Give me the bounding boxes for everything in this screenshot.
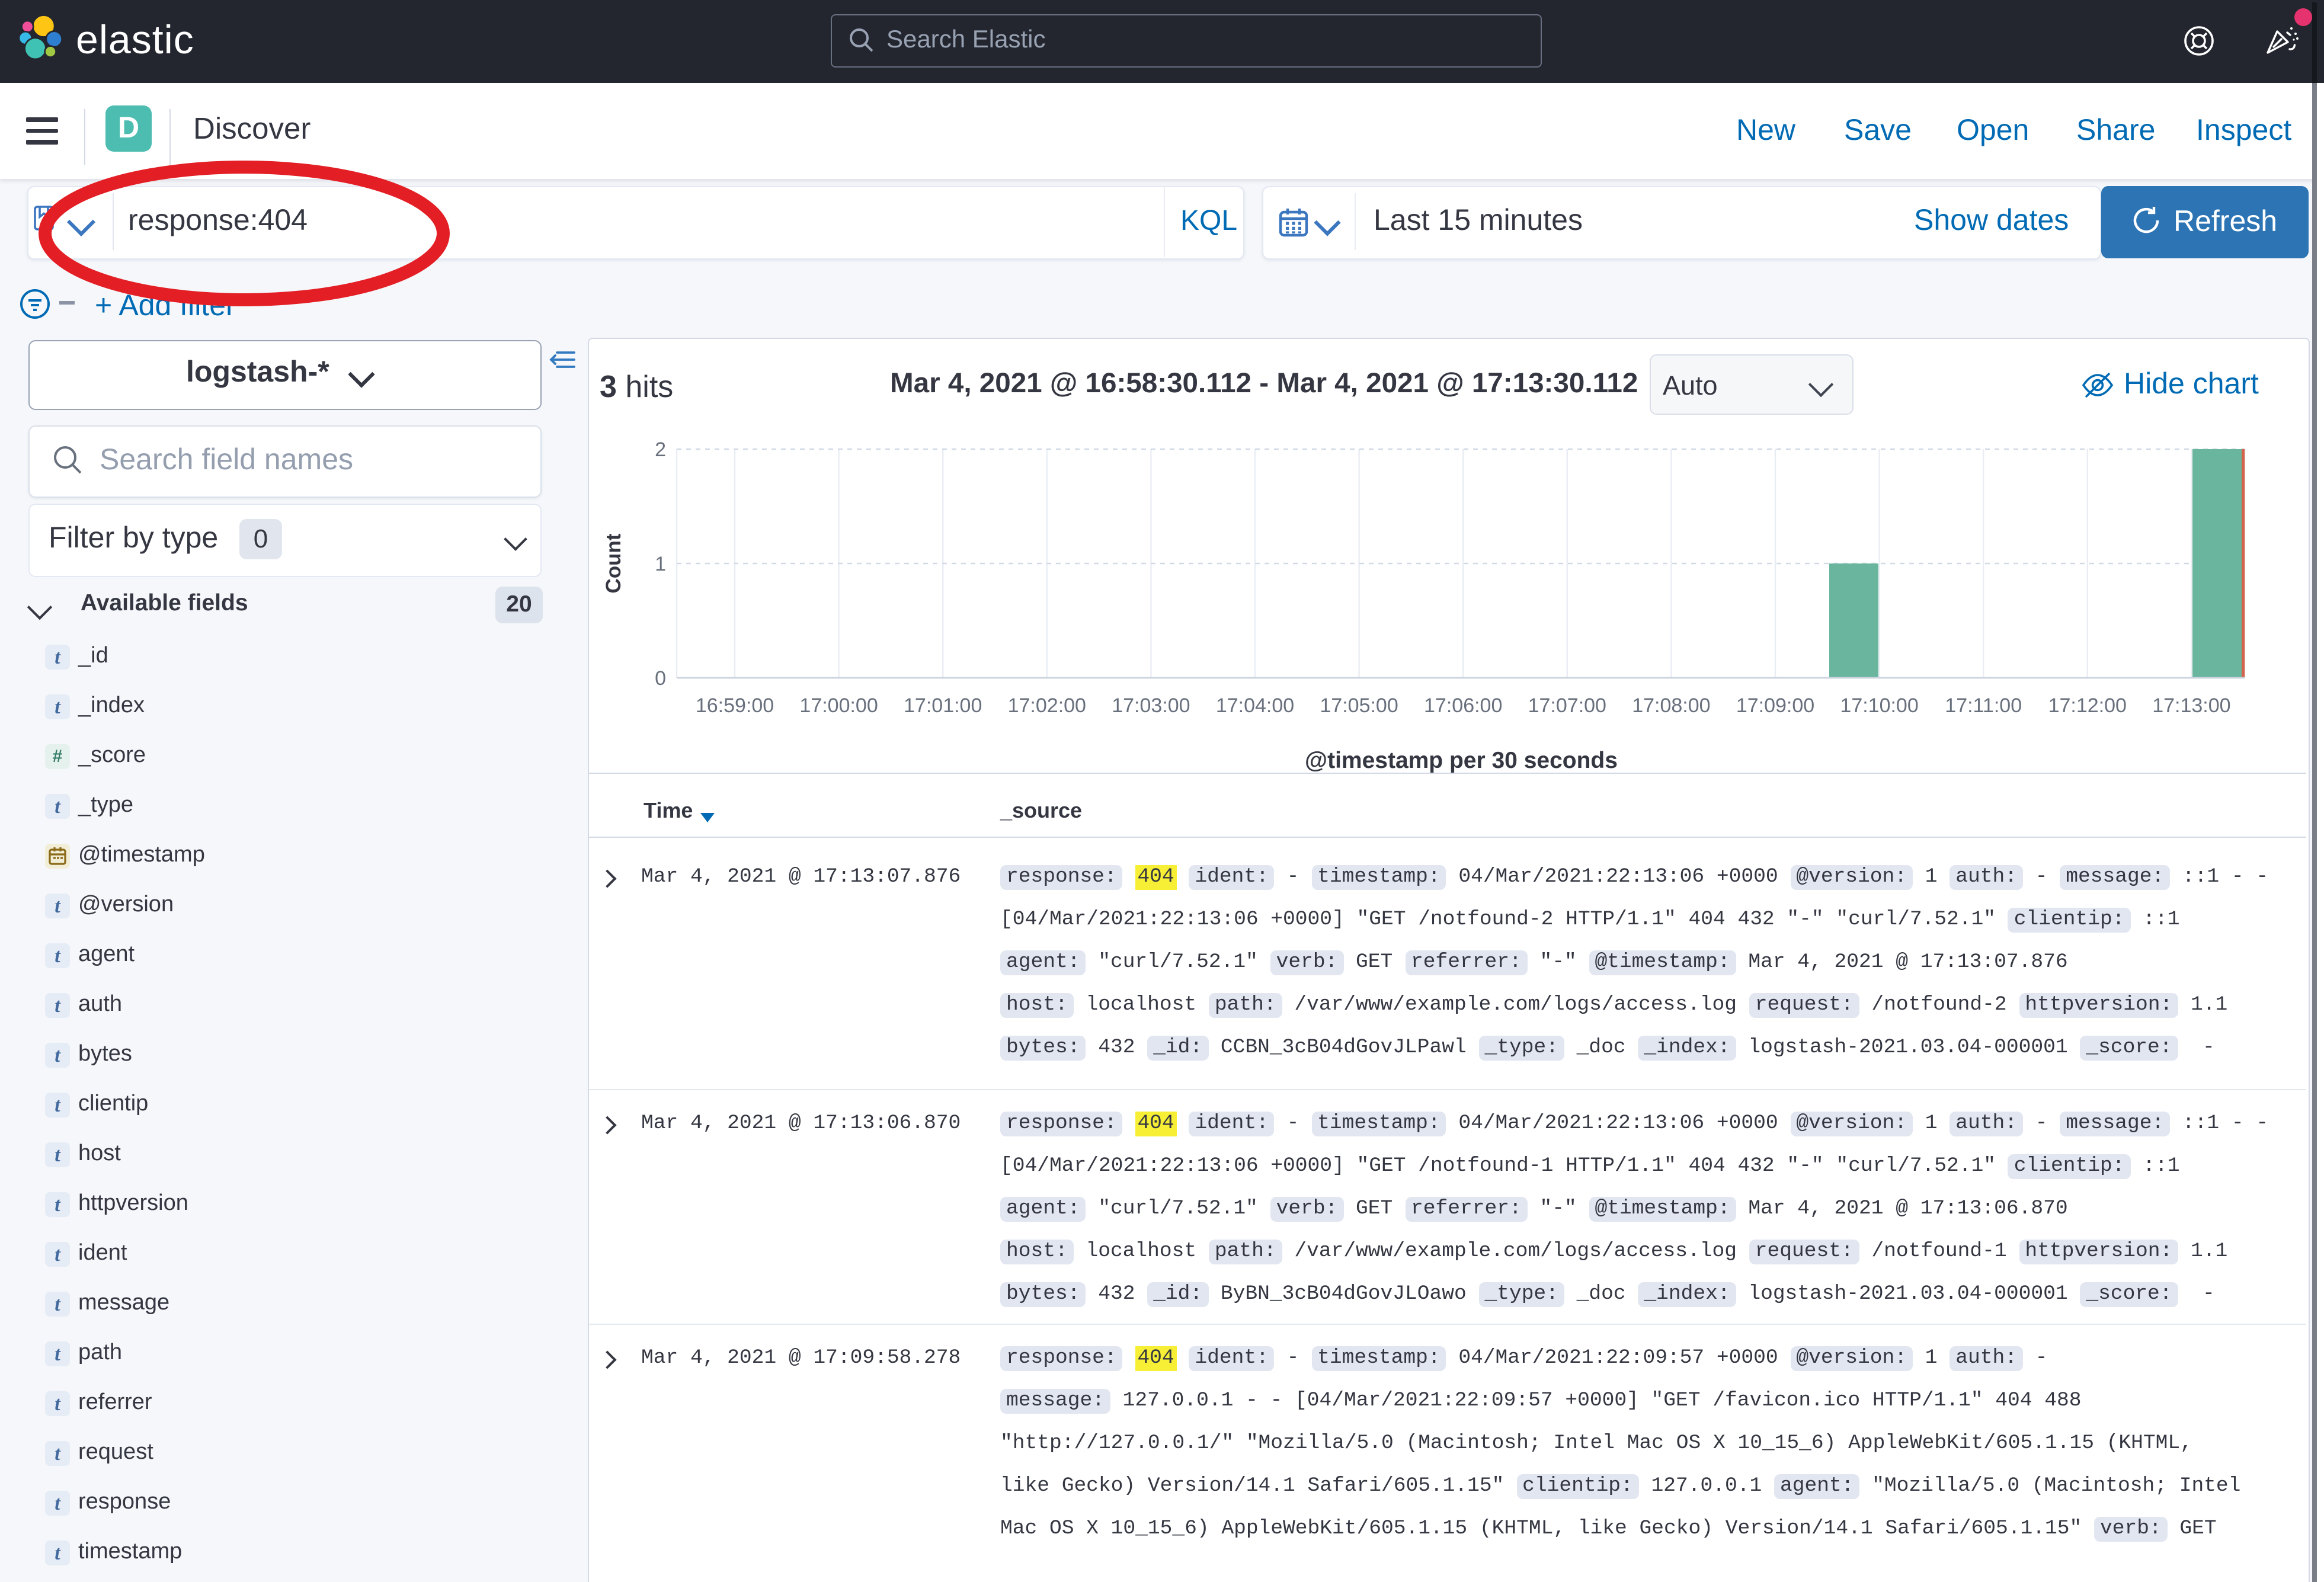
svg-text:17:04:00: 17:04:00	[1216, 694, 1294, 717]
svg-text:17:06:00: 17:06:00	[1424, 694, 1502, 717]
svg-text:17:07:00: 17:07:00	[1528, 694, 1606, 717]
svg-text:@timestamp per 30 seconds: @timestamp per 30 seconds	[1305, 748, 1618, 773]
svg-text:17:11:00: 17:11:00	[1945, 694, 2022, 717]
svg-text:0: 0	[655, 667, 666, 690]
svg-text:17:03:00: 17:03:00	[1112, 694, 1190, 717]
svg-text:16:59:00: 16:59:00	[696, 694, 774, 717]
svg-text:1: 1	[655, 553, 666, 575]
svg-text:17:09:00: 17:09:00	[1736, 694, 1814, 717]
svg-text:17:10:00: 17:10:00	[1840, 694, 1918, 717]
svg-text:17:12:00: 17:12:00	[2048, 694, 2127, 717]
svg-text:17:00:00: 17:00:00	[799, 694, 878, 717]
svg-text:17:13:00: 17:13:00	[2152, 694, 2230, 717]
svg-text:17:01:00: 17:01:00	[904, 694, 982, 717]
svg-text:17:02:00: 17:02:00	[1008, 694, 1086, 717]
svg-text:17:08:00: 17:08:00	[1632, 694, 1710, 717]
svg-text:2: 2	[655, 438, 666, 461]
svg-text:17:05:00: 17:05:00	[1320, 694, 1398, 717]
svg-text:Count: Count	[602, 533, 625, 593]
